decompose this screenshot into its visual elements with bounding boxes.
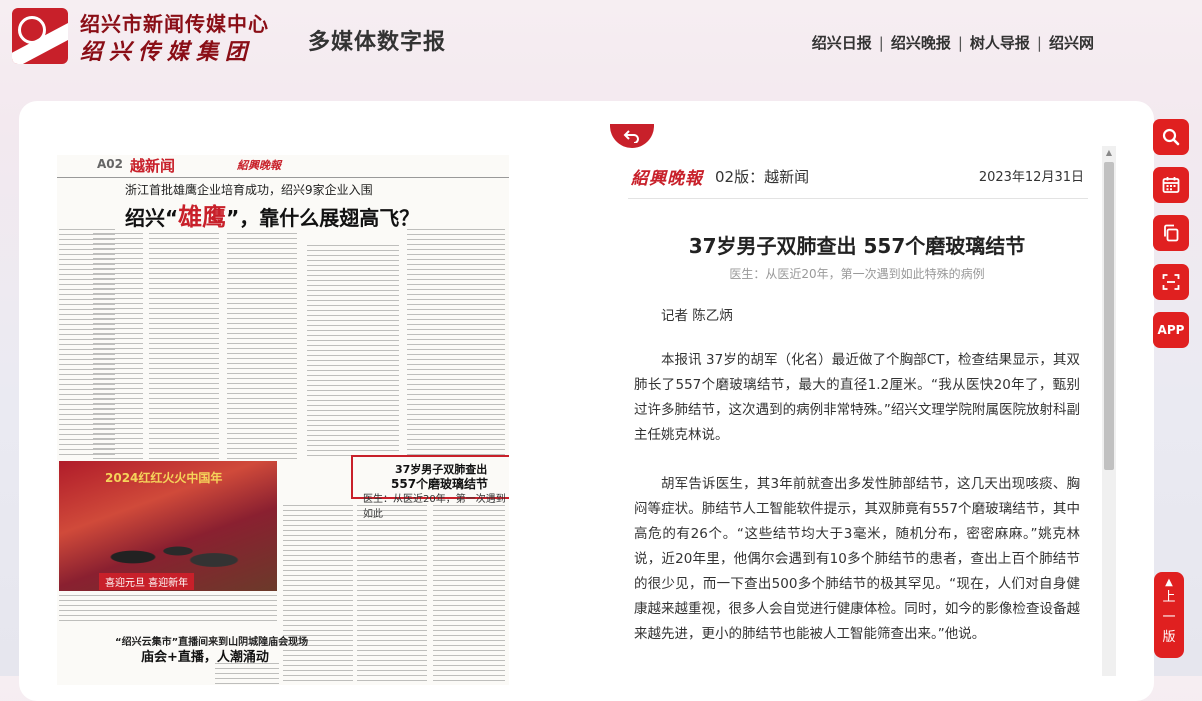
newspaper-page-image[interactable]: A02 越新闻 紹興晚報 浙江首批雄鹰企业培育成功，绍兴9家企业入围 绍兴“雄鹰… [57, 155, 509, 685]
search-icon [1162, 128, 1180, 146]
site-header: 绍兴市新闻传媒中心 绍兴传媒集团 多媒体数字报 绍兴日报 | 绍兴晚报 | 树人… [0, 0, 1202, 96]
article-subtitle: 医生：从医近20年，第一次遇到如此特殊的病例 [729, 267, 985, 281]
search-button[interactable] [1153, 119, 1189, 155]
scan-button[interactable] [1153, 264, 1189, 300]
app-button[interactable]: APP [1153, 312, 1189, 348]
org-name: 绍兴市新闻传媒中心 [80, 12, 269, 36]
paper-headline-post: ”，靠什么展翅高飞？ [226, 206, 420, 230]
article-paragraph: 胡军告诉医生，其3年前就查出多发性肺部结节，这几天出现咳痰、胸闷等症状。肺结节人… [634, 476, 1080, 642]
article-byline: 记者 陈乙炳 [661, 308, 733, 324]
group-logo[interactable] [12, 8, 68, 64]
article-body: 37岁男子双肺查出 557个磨玻璃结节 医生：从医近20年，第一次遇到如此特殊的… [634, 222, 1080, 682]
paper-text-column [227, 233, 297, 459]
chevron-up-icon: ▲ [1165, 577, 1173, 588]
scan-icon [1162, 274, 1180, 290]
article-date: 2023年12月31日 [978, 170, 1084, 185]
calendar-icon [1162, 177, 1180, 193]
scroll-up-arrow-icon[interactable]: ▲ [1102, 146, 1116, 160]
article-edition: 02版：越新闻 [715, 168, 810, 186]
article-header: 紹興晚報 02版：越新闻 2023年12月31日 [628, 160, 1088, 199]
paper-text-column [307, 245, 399, 459]
previous-edition-button[interactable]: ▲ 上一版 [1154, 572, 1184, 658]
undo-arrow-icon [623, 130, 639, 143]
calendar-button[interactable] [1153, 167, 1189, 203]
app-icon: APP [1157, 323, 1185, 337]
nav-separator: | [957, 33, 963, 52]
paper-page-header: A02 越新闻 紹興晚報 [57, 155, 509, 178]
paper-headline-highlight: 雄鹰 [178, 203, 227, 231]
paper-sub-headline: 浙江首批雄鹰企业培育成功，绍兴9家企业入围 [125, 183, 373, 197]
article-masthead: 紹興晚報 [631, 169, 703, 189]
nav-separator: | [878, 33, 884, 52]
article-paragraph: 本报讯 37岁的胡军（化名）最近做了个胸部CT，检查结果显示，其双肺长了557个… [634, 352, 1080, 443]
paper-headline[interactable]: 绍兴“雄鹰”，靠什么展翅高飞？ [125, 197, 419, 232]
nav-link-shaoxing-net[interactable]: 绍兴网 [1049, 32, 1094, 53]
nav-link-shaoxing-daily[interactable]: 绍兴日报 [812, 32, 872, 53]
nav-link-shuren-guide[interactable]: 树人导报 [970, 32, 1030, 53]
article-title: 37岁男子双肺查出 557个磨玻璃结节 [688, 234, 1026, 258]
paper-photo-caption-text [59, 595, 277, 623]
paper-page-code: A02 [97, 157, 123, 171]
nav-link-shaoxing-evening[interactable]: 绍兴晚报 [891, 32, 951, 53]
paper-photo-caption: 2024红红火火中国年 [105, 471, 223, 485]
paper-text-column [215, 663, 279, 685]
paper-text-column [149, 233, 219, 459]
paper-text-column [93, 233, 143, 459]
paper-masthead: 紹興晚報 [237, 159, 281, 172]
copy-icon [1164, 224, 1179, 242]
paper-photo-performers [79, 521, 259, 581]
nav-separator: | [1036, 33, 1042, 52]
paper-section-name: 越新闻 [130, 157, 176, 175]
paper-text-column [357, 505, 427, 685]
previous-edition-label: 上一版 [1162, 590, 1176, 645]
paper-headline-pre: 绍兴“ [125, 206, 179, 230]
paper-text-column [433, 505, 505, 685]
copy-button[interactable] [1153, 215, 1189, 251]
scrollbar-thumb[interactable] [1104, 162, 1114, 470]
paper-text-column [283, 505, 353, 685]
paper-photo-label: 喜迎元旦 喜迎新年 [99, 573, 195, 590]
org-group-name: 绍兴传媒集团 [80, 39, 255, 65]
paper-text-column [407, 229, 505, 459]
top-nav: 绍兴日报 | 绍兴晚报 | 树人导报 | 绍兴网 [812, 32, 1094, 53]
paper-photo[interactable]: 2024红红火火中国年 喜迎元旦 喜迎新年 [59, 461, 277, 591]
site-title: 多媒体数字报 [308, 30, 447, 55]
